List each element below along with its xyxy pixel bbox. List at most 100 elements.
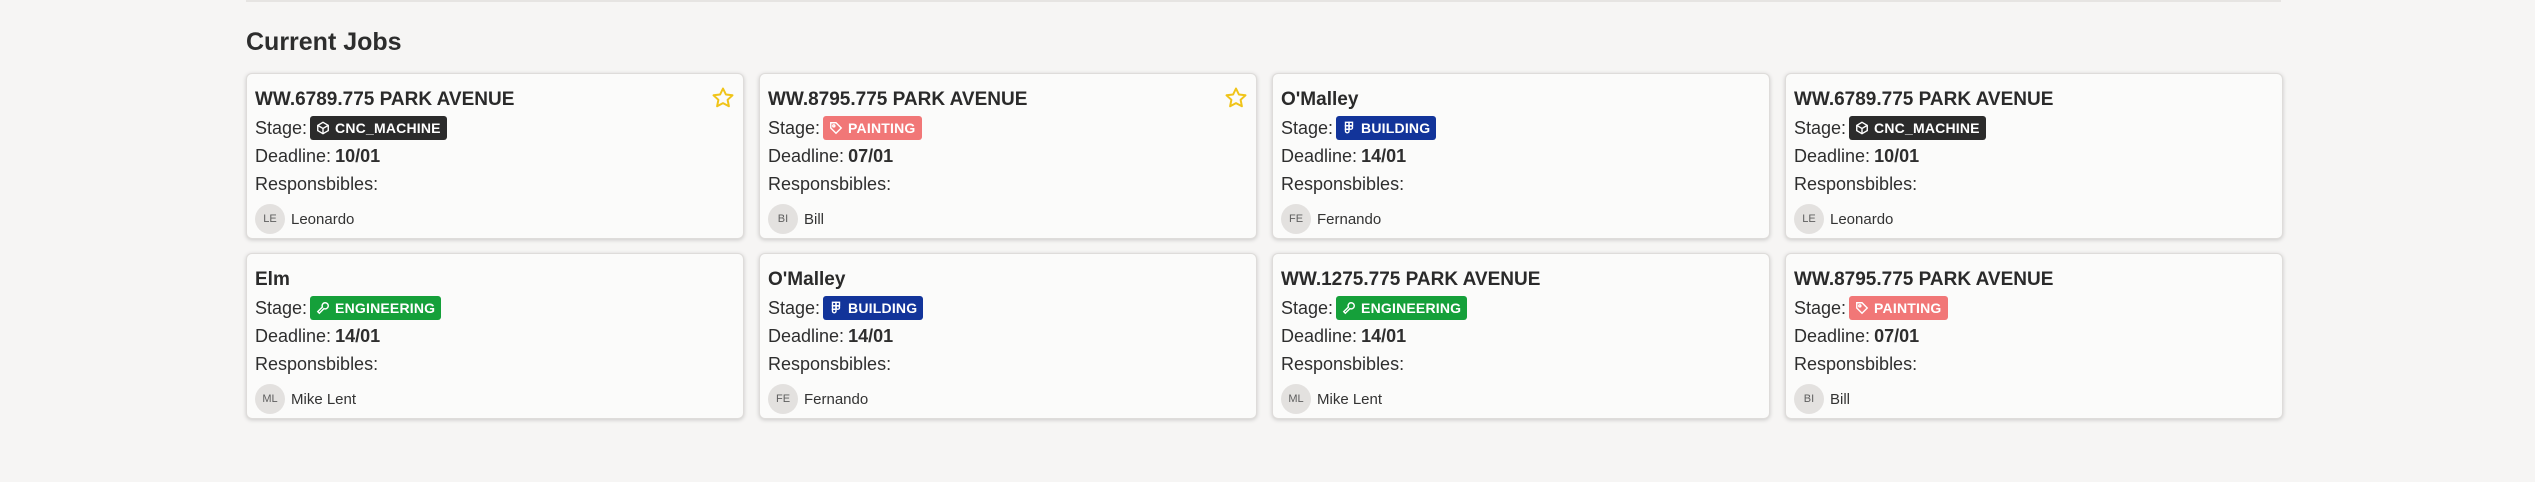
stage-name: PAINTING <box>1874 300 1942 316</box>
job-title: Elm <box>255 269 290 290</box>
avatar: BI <box>1794 384 1824 414</box>
jobs-grid: WW.6789.775 PARK AVENUE Stage: CNC_MACHI… <box>246 73 2283 419</box>
deadline-label: Deadline: <box>1794 146 1871 166</box>
stage-badge: BUILDING <box>1336 116 1437 140</box>
avatar: FE <box>1281 204 1311 234</box>
deadline-label: Deadline: <box>1794 326 1871 346</box>
responsible-name: Mike Lent <box>291 390 357 408</box>
deadline-value: 10/01 <box>335 146 381 166</box>
responsibles-label: Responsbibles: <box>768 174 892 194</box>
star-icon[interactable] <box>1224 86 1248 110</box>
deadline-value: 14/01 <box>1361 146 1407 166</box>
stage-row: Stage: CNC_MACHINE <box>255 114 735 142</box>
stage-row: Stage: PAINTING <box>1794 294 2274 322</box>
deadline-label: Deadline: <box>255 146 332 166</box>
stage-badge: CNC_MACHINE <box>310 116 447 140</box>
deadline-value: 07/01 <box>1874 326 1920 346</box>
star-icon[interactable] <box>711 86 735 110</box>
job-title: WW.6789.775 PARK AVENUE <box>255 89 515 110</box>
avatar: LE <box>1794 204 1824 234</box>
responsible-chip: BI Bill <box>768 204 1248 234</box>
deadline-row: Deadline: 07/01 <box>1794 322 2274 350</box>
deadline-value: 10/01 <box>1874 146 1920 166</box>
section-divider <box>246 0 2281 2</box>
job-title: O'Malley <box>768 269 846 290</box>
avatar: ML <box>255 384 285 414</box>
deadline-label: Deadline: <box>768 326 845 346</box>
responsibles-label: Responsbibles: <box>1281 354 1405 374</box>
avatar: ML <box>1281 384 1311 414</box>
avatar: BI <box>768 204 798 234</box>
responsible-name: Mike Lent <box>1317 390 1383 408</box>
responsible-chip: FE Fernando <box>768 384 1248 414</box>
deadline-value: 07/01 <box>848 146 894 166</box>
deadline-row: Deadline: 10/01 <box>1794 142 2274 170</box>
stage-badge: ENGINEERING <box>1336 296 1468 320</box>
job-card[interactable]: WW.8795.775 PARK AVENUE Stage: PAINTING … <box>1785 253 2283 419</box>
avatar: LE <box>255 204 285 234</box>
stage-badge: PAINTING <box>1849 296 1948 320</box>
deadline-label: Deadline: <box>255 326 332 346</box>
responsibles-label: Responsbibles: <box>768 354 892 374</box>
responsible-name: Leonardo <box>1830 210 1894 228</box>
stage-row: Stage: ENGINEERING <box>1281 294 1761 322</box>
job-title: WW.8795.775 PARK AVENUE <box>768 89 1028 110</box>
job-card[interactable]: WW.6789.775 PARK AVENUE Stage: CNC_MACHI… <box>246 73 744 239</box>
stage-badge: PAINTING <box>823 116 922 140</box>
responsible-chip: LE Leonardo <box>255 204 735 234</box>
deadline-row: Deadline: 14/01 <box>768 322 1248 350</box>
deadline-row: Deadline: 14/01 <box>255 322 735 350</box>
stage-name: BUILDING <box>848 300 918 316</box>
responsibles-label: Responsbibles: <box>1794 354 1918 374</box>
responsibles-label: Responsbibles: <box>255 354 379 374</box>
wrench-icon <box>1342 301 1356 315</box>
figma-icon <box>1342 121 1356 135</box>
job-card[interactable]: WW.6789.775 PARK AVENUE Stage: CNC_MACHI… <box>1785 73 2283 239</box>
stage-label: Stage: <box>1794 118 1847 138</box>
stage-badge: CNC_MACHINE <box>1849 116 1986 140</box>
stage-name: PAINTING <box>848 120 916 136</box>
cube-icon <box>316 121 330 135</box>
stage-badge: ENGINEERING <box>310 296 442 320</box>
job-card[interactable]: WW.8795.775 PARK AVENUE Stage: PAINTING … <box>759 73 1257 239</box>
job-card[interactable]: WW.1275.775 PARK AVENUE Stage: ENGINEERI… <box>1272 253 1770 419</box>
job-card[interactable]: O'Malley Stage: BUILDING Deadline: 14/01… <box>759 253 1257 419</box>
job-title: WW.1275.775 PARK AVENUE <box>1281 269 1541 290</box>
stage-label: Stage: <box>1794 298 1847 318</box>
job-card[interactable]: O'Malley Stage: BUILDING Deadline: 14/01… <box>1272 73 1770 239</box>
stage-label: Stage: <box>255 118 308 138</box>
responsible-chip: ML Mike Lent <box>1281 384 1761 414</box>
stage-row: Stage: BUILDING <box>768 294 1248 322</box>
responsible-name: Bill <box>1830 390 1851 408</box>
deadline-label: Deadline: <box>1281 146 1358 166</box>
stage-label: Stage: <box>768 298 821 318</box>
responsibles-label: Responsbibles: <box>1281 174 1405 194</box>
deadline-value: 14/01 <box>848 326 894 346</box>
responsible-name: Bill <box>804 210 825 228</box>
avatar: FE <box>768 384 798 414</box>
stage-label: Stage: <box>1281 118 1334 138</box>
deadline-value: 14/01 <box>335 326 381 346</box>
job-card[interactable]: Elm Stage: ENGINEERING Deadline: 14/01 R… <box>246 253 744 419</box>
responsible-chip: LE Leonardo <box>1794 204 2274 234</box>
stage-name: BUILDING <box>1361 120 1431 136</box>
deadline-row: Deadline: 14/01 <box>1281 142 1761 170</box>
figma-icon <box>829 301 843 315</box>
stage-row: Stage: ENGINEERING <box>255 294 735 322</box>
responsible-name: Leonardo <box>291 210 355 228</box>
deadline-row: Deadline: 10/01 <box>255 142 735 170</box>
cube-icon <box>1855 121 1869 135</box>
responsible-chip: FE Fernando <box>1281 204 1761 234</box>
responsibles-label: Responsbibles: <box>255 174 379 194</box>
stage-name: CNC_MACHINE <box>335 120 441 136</box>
wrench-icon <box>316 301 330 315</box>
stage-name: ENGINEERING <box>335 300 436 316</box>
tag-icon <box>1855 301 1869 315</box>
section-title: Current Jobs <box>246 28 402 56</box>
deadline-row: Deadline: 07/01 <box>768 142 1248 170</box>
stage-name: ENGINEERING <box>1361 300 1462 316</box>
stage-label: Stage: <box>255 298 308 318</box>
stage-row: Stage: PAINTING <box>768 114 1248 142</box>
deadline-label: Deadline: <box>768 146 845 166</box>
responsible-chip: BI Bill <box>1794 384 2274 414</box>
